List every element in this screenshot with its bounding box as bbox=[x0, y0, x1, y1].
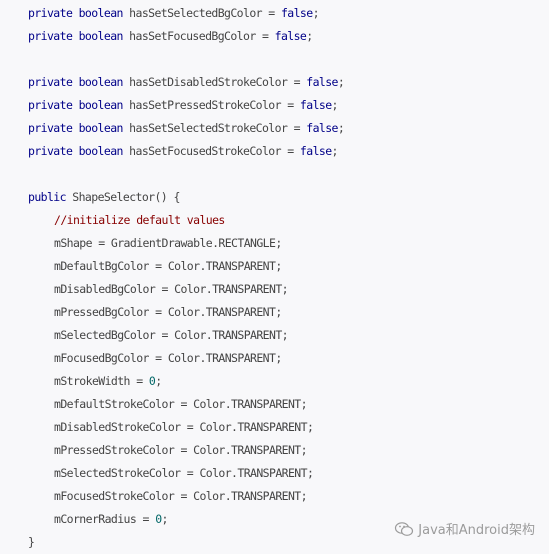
identifier-token: hasSetSelectedStrokeColor = bbox=[122, 121, 307, 135]
statement-token: mSelectedStrokeColor = Color.TRANSPARENT… bbox=[54, 466, 314, 480]
comment-token: //initialize default values bbox=[54, 213, 225, 227]
punctuation-token: ; bbox=[306, 29, 313, 43]
identifier-token: hasSetFocusedStrokeColor = bbox=[122, 144, 300, 158]
statement-token: mFocusedStrokeColor = Color.TRANSPARENT; bbox=[54, 489, 308, 503]
punctuation-token: ; bbox=[331, 144, 339, 158]
code-line: public ShapeSelector() { bbox=[28, 186, 549, 209]
code-line: mFocusedBgColor = Color.TRANSPARENT; bbox=[28, 347, 549, 370]
keyword-token: private boolean bbox=[28, 75, 123, 89]
watermark-text: Java和Android架构 bbox=[418, 523, 535, 538]
punctuation-token: ; bbox=[312, 6, 320, 20]
punctuation-token: ; bbox=[331, 98, 339, 112]
statement-token: mDisabledStrokeColor = Color.TRANSPARENT… bbox=[54, 420, 314, 434]
punctuation-token: ; bbox=[337, 75, 345, 89]
identifier-token: mStrokeWidth = bbox=[54, 374, 149, 388]
statement-token: mPressedBgColor = Color.TRANSPARENT; bbox=[54, 305, 282, 319]
code-line: mPressedBgColor = Color.TRANSPARENT; bbox=[28, 301, 549, 324]
identifier-token: hasSetSelectedBgColor = bbox=[122, 6, 281, 20]
code-line: mPressedStrokeColor = Color.TRANSPARENT; bbox=[28, 439, 549, 462]
identifier-token: hasSetDisabledStrokeColor = bbox=[122, 75, 307, 89]
code-line: private boolean hasSetFocusedStrokeColor… bbox=[28, 140, 549, 163]
brace-token: } bbox=[28, 535, 35, 549]
code-line: mDisabledBgColor = Color.TRANSPARENT; bbox=[28, 278, 549, 301]
statement-token: mShape = GradientDrawable.RECTANGLE; bbox=[54, 236, 282, 250]
code-line: private boolean hasSetPressedStrokeColor… bbox=[28, 94, 549, 117]
watermark: Java和Android架构 bbox=[394, 519, 535, 538]
code-line: private boolean hasSetFocusedBgColor = f… bbox=[28, 25, 549, 48]
keyword-token: private boolean bbox=[28, 121, 123, 135]
keyword-token: private boolean bbox=[28, 29, 123, 43]
code-line: mDisabledStrokeColor = Color.TRANSPARENT… bbox=[28, 416, 549, 439]
punctuation-token: ; bbox=[155, 374, 162, 388]
identifier-token: hasSetFocusedBgColor = bbox=[122, 29, 275, 43]
literal-token: false bbox=[306, 75, 338, 89]
keyword-token: public bbox=[28, 190, 67, 204]
literal-token: false bbox=[299, 144, 332, 158]
code-line: mFocusedStrokeColor = Color.TRANSPARENT; bbox=[28, 485, 549, 508]
identifier-token: ShapeSelector() { bbox=[65, 190, 180, 204]
statement-token: mPressedStrokeColor = Color.TRANSPARENT; bbox=[54, 443, 308, 457]
code-line: mSelectedStrokeColor = Color.TRANSPARENT… bbox=[28, 462, 549, 485]
identifier-token: mCornerRadius = bbox=[54, 512, 156, 526]
punctuation-token: ; bbox=[161, 512, 169, 526]
statement-token: mSelectedBgColor = Color.TRANSPARENT; bbox=[54, 328, 289, 342]
code-line: mStrokeWidth = 0; bbox=[28, 370, 549, 393]
code-line: mDefaultBgColor = Color.TRANSPARENT; bbox=[28, 255, 549, 278]
code-line: mSelectedBgColor = Color.TRANSPARENT; bbox=[28, 324, 549, 347]
code-line: //initialize default values bbox=[28, 209, 549, 232]
code-line: private boolean hasSetSelectedBgColor = … bbox=[28, 2, 549, 25]
keyword-token: private boolean bbox=[28, 144, 123, 158]
literal-token: false bbox=[280, 6, 313, 20]
literal-token: false bbox=[306, 121, 338, 135]
literal-token: false bbox=[299, 98, 332, 112]
statement-token: mDefaultBgColor = Color.TRANSPARENT; bbox=[54, 259, 282, 273]
literal-token: false bbox=[274, 29, 307, 43]
keyword-token: private boolean bbox=[28, 98, 123, 112]
statement-token: mFocusedBgColor = Color.TRANSPARENT; bbox=[54, 351, 282, 365]
identifier-token: hasSetPressedStrokeColor = bbox=[122, 98, 300, 112]
keyword-token: private boolean bbox=[28, 6, 123, 20]
punctuation-token: ; bbox=[337, 121, 345, 135]
code-block: private boolean hasSetSelectedBgColor = … bbox=[0, 0, 549, 554]
code-line: mDefaultStrokeColor = Color.TRANSPARENT; bbox=[28, 393, 549, 416]
statement-token: mDefaultStrokeColor = Color.TRANSPARENT; bbox=[54, 397, 308, 411]
code-line: private boolean hasSetSelectedStrokeColo… bbox=[28, 117, 549, 140]
statement-token: mDisabledBgColor = Color.TRANSPARENT; bbox=[54, 282, 289, 296]
code-line: private boolean hasSetDisabledStrokeColo… bbox=[28, 71, 549, 94]
wechat-icon bbox=[395, 521, 414, 536]
code-line: mShape = GradientDrawable.RECTANGLE; bbox=[28, 232, 549, 255]
